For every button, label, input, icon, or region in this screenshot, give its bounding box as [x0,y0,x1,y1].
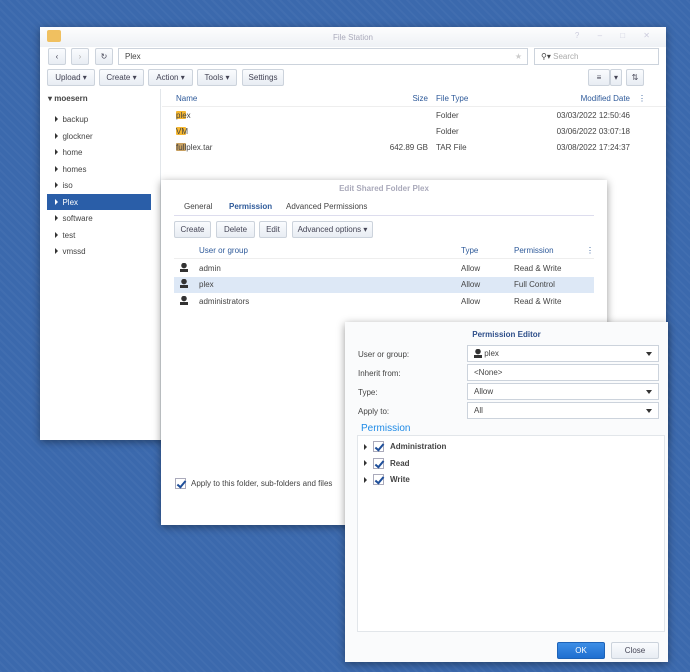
tab-advanced-permissions[interactable]: Advanced Permissions [286,202,367,211]
tree-item-software[interactable]: software [47,210,151,226]
field-label: Type: [358,388,378,397]
file-row[interactable]: VM Folder 03/06/2022 03:07:18 [162,123,666,139]
field-2[interactable]: Allow [467,383,659,400]
field-label: Apply to: [358,407,390,416]
create-button[interactable]: Create ▾ [99,69,144,86]
sort-button[interactable]: ⇅ [626,69,644,86]
search-input[interactable]: ⚲▾ Search [534,48,659,65]
field-1[interactable]: <None> [467,364,659,381]
permission-item[interactable]: Write [364,474,410,485]
tree-item-backup[interactable]: backup [47,111,151,127]
checkbox[interactable] [373,474,384,485]
tree-item-iso[interactable]: iso [47,177,151,193]
user-icon [180,279,188,288]
expand-icon [364,476,367,483]
edit-permission-button[interactable]: Edit [259,221,287,238]
advanced-options-button[interactable]: Advanced options ▾ [292,221,373,238]
tree-item-test[interactable]: test [47,227,151,243]
permission-item[interactable]: Read [364,457,410,469]
tab-permission[interactable]: Permission [229,202,272,211]
tree-item-vmssd[interactable]: vmssd [47,243,151,259]
field-label: Inherit from: [358,369,401,378]
star-icon[interactable]: ★ [515,52,522,61]
create-permission-button[interactable]: Create [174,221,211,238]
dialog-title: Edit Shared Folder Plex [339,184,429,193]
tree-item-homes[interactable]: homes [47,161,151,177]
expand-icon[interactable] [55,198,58,205]
tree-item-plex[interactable]: Plex [47,193,151,210]
close-button[interactable]: Close [611,642,659,659]
path-input[interactable]: Plex ★ [118,48,528,65]
permission-table-header: User or group Type Permission ⋮ [174,243,594,259]
dropdown-icon [646,390,652,394]
expand-icon[interactable] [55,165,58,172]
field-0[interactable]: plex [467,345,659,362]
expand-icon[interactable] [55,248,58,254]
permission-row[interactable]: administrators Allow Read & Write [174,293,594,309]
file-list-header: Name Size File Type Modified Date ⋮ [162,91,666,107]
action-button[interactable]: Action ▾ [148,69,193,86]
checkbox[interactable] [373,457,384,469]
file-row[interactable]: fullplex.tar 642.89 GB TAR File 03/08/20… [162,139,666,155]
group-icon [180,295,188,305]
list-view-button[interactable]: ≡ [588,69,610,86]
expand-icon[interactable] [55,182,58,188]
permission-tree: Administration Read Write [357,435,665,632]
tab-general[interactable]: General [184,202,212,211]
user-icon [474,349,482,358]
expand-icon [364,460,367,466]
dropdown-icon [646,352,652,356]
forward-button[interactable]: › [71,48,89,65]
window-controls-icon[interactable]: ? – □ ✕ [575,31,658,40]
expand-icon[interactable] [55,149,58,155]
field-3[interactable]: All [467,402,659,419]
checkbox[interactable] [373,441,384,452]
folder-tree: ▾ moesern backup glockner home homes iso… [40,89,161,440]
back-button[interactable]: ‹ [48,48,66,65]
upload-button[interactable]: Upload ▾ [47,69,95,86]
tree-root[interactable]: ▾ moesern [48,94,88,103]
search-icon: ⚲▾ [541,52,554,61]
apply-subfolders-checkbox[interactable]: Apply to this folder, sub-folders and fi… [175,478,332,489]
window-title: File Station [332,33,374,42]
permission-row[interactable]: admin Allow Read & Write [174,260,594,276]
tree-item-home[interactable]: home [47,144,151,160]
view-dropdown-button[interactable]: ▾ [610,69,622,86]
title-bar: File Station ? – □ ✕ [40,27,666,47]
field-label: User or group: [358,350,410,359]
expand-icon[interactable] [55,132,58,139]
ok-button[interactable]: OK [557,642,605,659]
permission-editor-dialog: Permission Editor User or group: plex Inh… [345,322,668,662]
permission-item[interactable]: Administration [364,441,446,452]
settings-button[interactable]: Settings [242,69,284,86]
expand-icon[interactable] [55,231,58,238]
permission-editor-title: Permission Editor [472,330,541,339]
tab-bar: General Permission Advanced Permissions [174,196,594,216]
user-icon [180,262,188,272]
file-row[interactable]: plex Folder 03/03/2022 12:50:46 [162,107,666,123]
tools-button[interactable]: Tools ▾ [197,69,237,86]
expand-icon [364,443,367,450]
permission-table: User or group Type Permission ⋮ admin Al… [174,243,594,310]
permission-row[interactable]: plex Allow Full Control [174,276,594,293]
expand-icon[interactable] [55,215,58,221]
permission-section-title: Permission [361,423,411,434]
dropdown-icon [646,409,652,413]
tree-item-glockner[interactable]: glockner [47,128,151,144]
expand-icon[interactable] [55,116,58,122]
delete-permission-button[interactable]: Delete [216,221,255,238]
refresh-button[interactable]: ↻ [95,48,113,65]
